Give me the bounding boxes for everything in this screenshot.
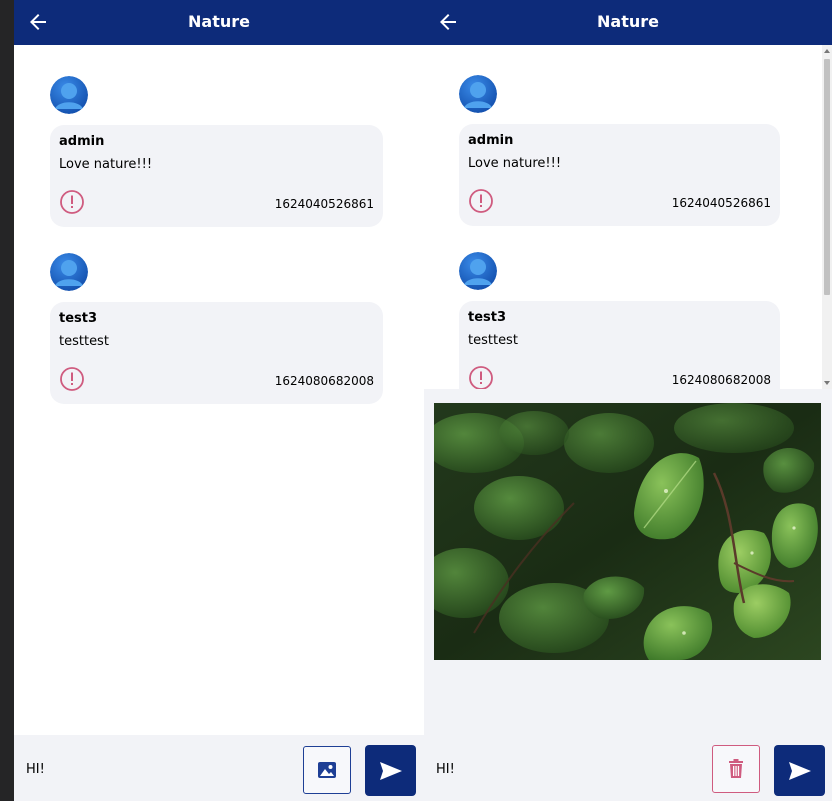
send-button[interactable] xyxy=(774,745,825,796)
user-avatar-icon xyxy=(459,75,497,113)
scrollbar[interactable] xyxy=(822,45,832,389)
scroll-down-icon[interactable] xyxy=(824,381,830,385)
page-title: Nature xyxy=(188,12,250,31)
page-title: Nature xyxy=(597,12,659,31)
message-input[interactable] xyxy=(26,757,286,781)
message-timestamp: 1624040526861 xyxy=(671,196,771,210)
message-bubble: admin Love nature!!! 1624040526861 xyxy=(459,124,780,226)
report-icon[interactable] xyxy=(468,188,494,214)
report-icon[interactable] xyxy=(59,366,85,392)
app-bar: Nature xyxy=(14,0,424,45)
message-list: admin Love nature!!! 1624040526861 test3… xyxy=(424,45,832,389)
app-bar: Nature xyxy=(424,0,832,45)
send-button[interactable] xyxy=(365,745,416,796)
message-bubble: admin Love nature!!! 1624040526861 xyxy=(50,125,383,227)
message-author: admin xyxy=(59,134,105,149)
message-author: test3 xyxy=(59,311,98,326)
message-author: test3 xyxy=(468,310,507,325)
attached-image-preview xyxy=(434,403,821,660)
message-author: admin xyxy=(468,133,514,148)
message-text: Love nature!!! xyxy=(468,156,562,171)
message-composer xyxy=(424,735,832,801)
message-bubble: test3 testtest 1624080682008 xyxy=(50,302,383,404)
message-timestamp: 1624080682008 xyxy=(671,373,771,387)
message-composer xyxy=(14,735,424,801)
message-timestamp: 1624040526861 xyxy=(274,197,374,211)
report-icon[interactable] xyxy=(468,365,494,389)
image-preview-area xyxy=(424,389,832,735)
attach-image-button[interactable] xyxy=(303,746,351,794)
user-avatar-icon xyxy=(459,252,497,290)
user-avatar-icon xyxy=(50,253,88,291)
report-icon[interactable] xyxy=(59,189,85,215)
chat-screen-right: Nature admin Love nature!!! 162404052686… xyxy=(424,0,832,801)
scroll-up-icon[interactable] xyxy=(824,49,830,53)
chat-screen-left: Nature admin Love nature!!! 162404052686… xyxy=(14,0,424,801)
message-text: testtest xyxy=(59,334,109,349)
delete-image-button[interactable] xyxy=(712,745,760,793)
user-avatar-icon xyxy=(50,76,88,114)
scrollbar-thumb[interactable] xyxy=(824,59,830,295)
message-input[interactable] xyxy=(436,757,696,781)
message-text: Love nature!!! xyxy=(59,157,153,172)
message-text: testtest xyxy=(468,333,518,348)
message-bubble: test3 testtest 1624080682008 xyxy=(459,301,780,389)
message-timestamp: 1624080682008 xyxy=(274,374,374,388)
